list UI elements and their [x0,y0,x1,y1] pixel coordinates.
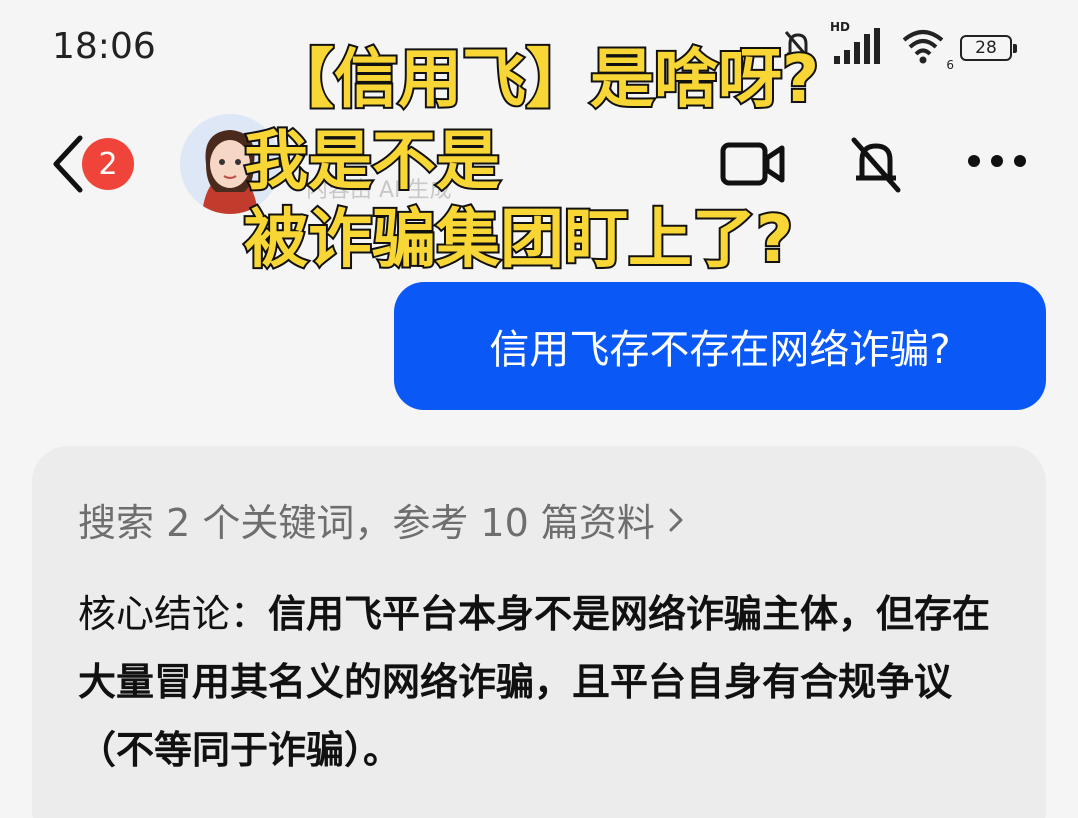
more-dots-icon [968,155,1026,167]
video-call-button[interactable] [720,138,786,194]
more-button[interactable] [966,146,1028,180]
search-references-link[interactable]: 搜索 2 个关键词，参考 10 篇资料 [78,492,693,547]
conclusion-label: 核心结论： [78,592,269,636]
reply-conclusion: 核心结论：信用飞平台本身不是网络诈骗主体，但存在大量冒用其名义的网络诈骗，且平台… [78,580,1008,784]
caption-line-3: 被诈骗集团盯上了? [242,201,795,279]
caption-line-1: 【信用飞】是啥呀? [268,41,821,119]
signal-icon: HD [830,20,886,70]
mute-icon [851,137,901,193]
status-time: 18:06 [52,26,156,67]
battery-level: 28 [975,38,997,58]
assistant-reply-card: 搜索 2 个关键词，参考 10 篇资料 核心结论：信用飞平台本身不是网络诈骗主体… [32,446,1046,818]
search-summary-text: 搜索 2 个关键词，参考 10 篇资料 [78,501,655,545]
unread-badge: 2 [82,138,134,190]
user-message-text: 信用飞存不存在网络诈骗? [489,327,951,373]
hd-label: HD [830,20,851,34]
video-camera-icon [720,142,785,186]
user-message-bubble[interactable]: 信用飞存不存在网络诈骗? [394,282,1046,410]
wifi-icon: 6 [900,26,954,72]
battery-icon: 28 [960,35,1017,61]
chat-screen: 18:06 HD 6 28 2 内容由 AI 生成 【信用飞】是啥呀? 我是不是… [0,0,1078,818]
wifi-sub-label: 6 [946,58,954,72]
mute-button[interactable] [848,134,904,198]
chevron-right-icon [669,508,683,531]
